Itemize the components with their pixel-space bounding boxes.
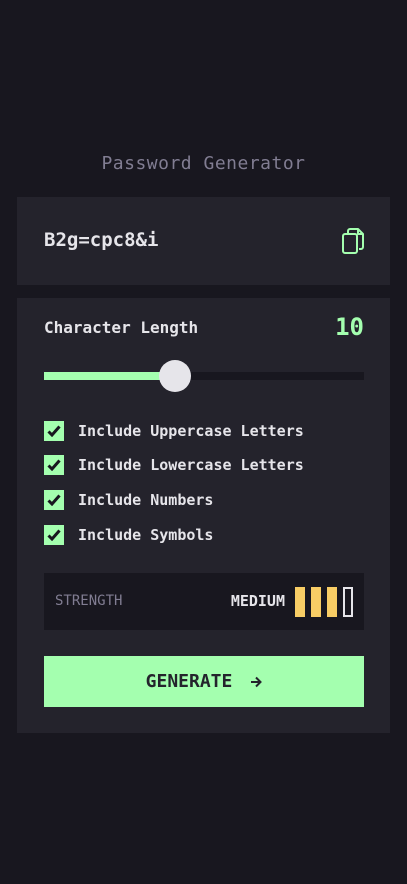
check-icon	[47, 529, 61, 541]
strength-bar	[343, 587, 353, 617]
length-slider[interactable]	[44, 360, 364, 392]
strength-bar	[295, 587, 305, 617]
symbols-checkbox[interactable]	[44, 525, 64, 545]
numbers-label: Include Numbers	[78, 491, 214, 509]
option-numbers[interactable]: Include Numbers	[44, 489, 213, 511]
check-icon	[47, 425, 61, 437]
character-length-value: 10	[335, 313, 364, 341]
character-length-label: Character Length	[44, 318, 199, 337]
check-icon	[47, 459, 61, 471]
check-icon	[47, 494, 61, 506]
option-symbols[interactable]: Include Symbols	[44, 524, 213, 546]
password-output: B2g=cpc8&i	[44, 229, 159, 251]
uppercase-label: Include Uppercase Letters	[78, 422, 304, 440]
length-slider-thumb[interactable]	[159, 360, 191, 392]
uppercase-checkbox[interactable]	[44, 421, 64, 441]
copy-icon[interactable]	[342, 228, 364, 254]
strength-bar	[327, 587, 337, 617]
lowercase-checkbox[interactable]	[44, 455, 64, 475]
symbols-label: Include Symbols	[78, 526, 214, 544]
length-slider-fill	[44, 372, 175, 380]
generate-label: GENERATE	[145, 671, 233, 692]
option-uppercase[interactable]: Include Uppercase Letters	[44, 420, 304, 442]
numbers-checkbox[interactable]	[44, 490, 64, 510]
strength-meter: STRENGTH MEDIUM	[44, 573, 364, 630]
option-lowercase[interactable]: Include Lowercase Letters	[44, 454, 304, 476]
settings-panel: Character Length 10 Include Uppercase Le…	[17, 298, 390, 733]
strength-bar	[311, 587, 321, 617]
password-output-panel: B2g=cpc8&i	[17, 197, 390, 285]
lowercase-label: Include Lowercase Letters	[78, 456, 304, 474]
app-title: Password Generator	[101, 153, 306, 174]
strength-value: MEDIUM	[230, 592, 285, 610]
strength-label: STRENGTH	[55, 593, 123, 609]
generate-button[interactable]: GENERATE	[44, 656, 364, 707]
strength-bars	[295, 587, 353, 617]
arrow-right-icon	[251, 676, 263, 687]
